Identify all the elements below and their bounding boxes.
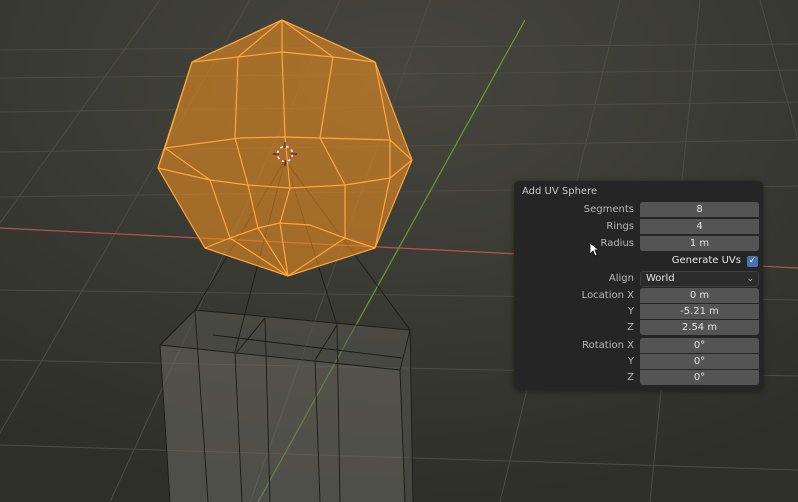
- location-x-label: Location X: [581, 290, 634, 301]
- location-y-field[interactable]: -5.21 m: [640, 304, 759, 319]
- rotation-z-field[interactable]: 0°: [640, 370, 759, 385]
- rotation-z-label: Z: [627, 372, 634, 383]
- radius-label: Radius: [600, 238, 634, 249]
- radius-field[interactable]: 1 m: [640, 236, 759, 251]
- rings-label: Rings: [606, 221, 634, 232]
- rotation-x-label: Rotation X: [582, 340, 634, 351]
- generate-uvs-checkbox[interactable]: ✓: [747, 256, 758, 267]
- chevron-down-icon: ⌄: [746, 274, 754, 284]
- panel-title[interactable]: Add UV Sphere: [522, 186, 597, 197]
- rings-field[interactable]: 4: [640, 219, 759, 234]
- rotation-y-label: Y: [627, 356, 634, 367]
- align-label: Align: [608, 273, 634, 284]
- segments-label: Segments: [583, 204, 634, 215]
- checkmark-icon: ✓: [748, 256, 757, 266]
- location-z-field[interactable]: 2.54 m: [640, 320, 759, 335]
- adjust-last-operation-panel: Add UV Sphere Segments 8 Rings 4 Radius …: [514, 181, 763, 390]
- location-y-label: Y: [627, 306, 634, 317]
- rotation-x-field[interactable]: 0°: [640, 338, 759, 353]
- generate-uvs-label: Generate UVs: [671, 255, 741, 266]
- location-z-label: Z: [627, 322, 634, 333]
- location-x-field[interactable]: 0 m: [640, 288, 759, 303]
- rotation-y-field[interactable]: 0°: [640, 354, 759, 369]
- align-value: World: [646, 273, 675, 284]
- segments-field[interactable]: 8: [640, 202, 759, 217]
- align-select[interactable]: World ⌄: [640, 271, 759, 287]
- mouse-pointer-icon: [590, 243, 600, 257]
